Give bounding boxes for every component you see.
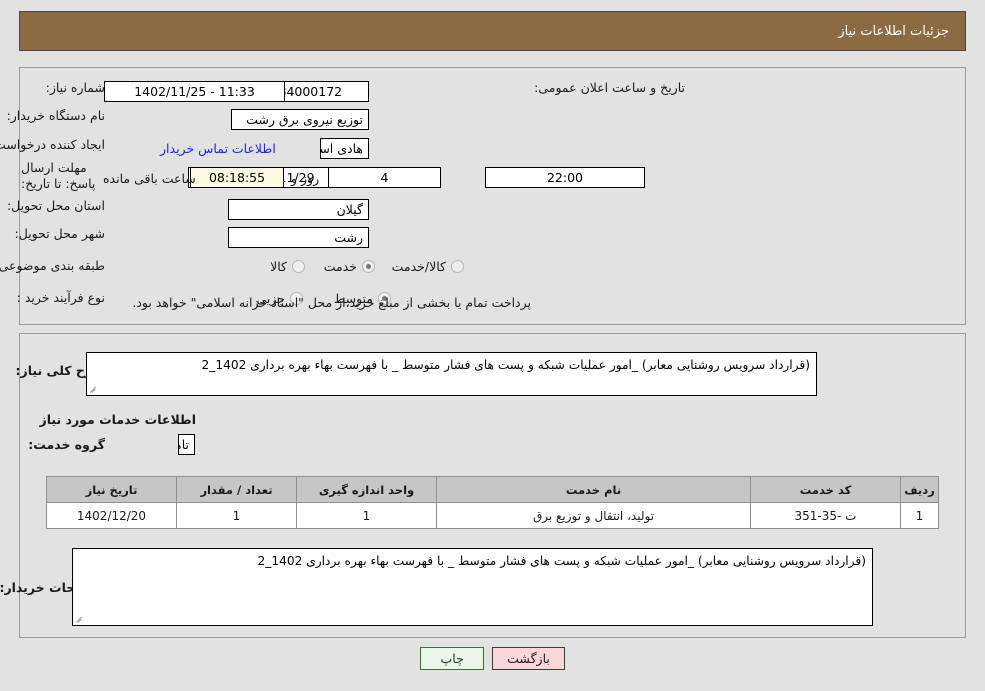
table-header-row: ردیف کد خدمت نام خدمت واحد اندازه گیری ت… — [46, 476, 939, 503]
action-buttons-bar: بازگشت چاپ — [0, 647, 985, 670]
back-button[interactable]: بازگشت — [492, 647, 565, 670]
print-button[interactable]: چاپ — [420, 647, 485, 670]
page-title: جزئیات اطلاعات نیاز — [838, 23, 949, 39]
buyer-org-label-row: نام دستگاه خریدار: — [7, 108, 105, 124]
cell-quantity: 1 — [176, 502, 297, 529]
category-label: طبقه بندی موضوعی: — [0, 258, 105, 273]
remaining-unit-label: ساعت باقی مانده — [103, 171, 196, 186]
need-info-panel — [19, 67, 966, 325]
th-need-date: تاریخ نیاز — [46, 476, 177, 503]
province-field[interactable]: گیلان — [228, 199, 369, 220]
cell-service-name: تولید، انتقال و توزیع برق — [436, 502, 751, 529]
province-label-row: استان محل تحویل: — [7, 198, 105, 214]
remaining-days-unit-label: روز و — [291, 171, 320, 186]
th-unit: واحد اندازه گیری — [296, 476, 437, 503]
service-group-label: گروه خدمت: — [28, 437, 105, 452]
buyer-notes-textarea[interactable]: (قرارداد سرویس روشنایی معابر) _امور عملی… — [72, 548, 873, 626]
table-row: 1 ت -35-351 تولید، انتقال و توزیع برق 1 … — [46, 502, 939, 529]
resize-grip-icon-notes[interactable] — [75, 614, 85, 624]
category-option-kala[interactable]: کالا — [270, 259, 305, 274]
creator-label: ایجاد کننده درخواست: — [0, 137, 105, 152]
th-service-name: نام خدمت — [436, 476, 751, 503]
deadline-hour-field[interactable]: 22:00 — [485, 167, 645, 188]
remaining-days-field[interactable]: 4 — [328, 167, 441, 188]
category-option-khedmat-label: خدمت — [323, 259, 357, 274]
purchase-type-label: نوع فرآیند خرید : — [16, 290, 105, 305]
cell-unit: 1 — [296, 502, 437, 529]
page-header: جزئیات اطلاعات نیاز — [19, 11, 966, 51]
province-label: استان محل تحویل: — [6, 198, 105, 213]
buyer-notes-value: (قرارداد سرویس روشنایی معابر) _امور عملی… — [257, 554, 866, 568]
need-number-label: شماره نیاز: — [45, 80, 105, 95]
cell-radif: 1 — [900, 502, 939, 529]
purchase-type-label-row: نوع فرآیند خرید : — [17, 290, 105, 306]
th-radif: ردیف — [900, 476, 939, 503]
services-section-heading: اطلاعات خدمات مورد نیاز — [39, 412, 197, 427]
deadline-label-row: مهلت ارسال پاسخ: تا تاریخ: — [21, 160, 105, 192]
category-option-kala-label: کالا — [270, 259, 287, 274]
th-quantity: تعداد / مقدار — [176, 476, 297, 503]
purchase-type-note: پرداخت تمام یا بخشی از مبلغ خرید،از محل … — [132, 295, 531, 310]
remaining-time-field: 08:18:55 — [190, 167, 284, 188]
need-number-label-row: شماره نیاز: — [46, 80, 105, 96]
announce-datetime-field[interactable]: 11:33 - 1402/11/25 — [104, 81, 285, 102]
service-group-field[interactable]: تامین برق، گاز، بخار و تهویه هوا — [178, 434, 195, 455]
category-option-kala-khedmat[interactable]: کالا/خدمت — [392, 259, 464, 274]
page-root: جزئیات اطلاعات نیاز AriaTender.ir شماره … — [0, 0, 985, 691]
creator-field[interactable]: هادی اسدی کاربرداز توزیع نیروی برق رشت — [320, 138, 369, 159]
category-label-row: طبقه بندی موضوعی: — [0, 258, 105, 274]
resize-grip-icon[interactable] — [89, 384, 99, 394]
radio-icon-khedmat[interactable] — [362, 260, 375, 273]
radio-icon-kala-khedmat[interactable] — [451, 260, 464, 273]
city-label-row: شهر محل تحویل: — [15, 226, 105, 242]
cell-service-code: ت -35-351 — [750, 502, 901, 529]
category-option-kala-khedmat-label: کالا/خدمت — [391, 259, 446, 274]
announce-datetime-label: تاریخ و ساعت اعلان عمومی: — [534, 80, 685, 95]
cell-need-date: 1402/12/20 — [46, 502, 177, 529]
category-option-khedmat[interactable]: خدمت — [324, 259, 375, 274]
radio-icon-kala[interactable] — [292, 260, 305, 273]
buyer-org-field[interactable]: توزیع نیروی برق رشت — [231, 109, 369, 130]
announce-datetime-label-row: تاریخ و ساعت اعلان عمومی: — [534, 80, 685, 96]
services-table: ردیف کد خدمت نام خدمت واحد اندازه گیری ت… — [46, 476, 939, 529]
city-field[interactable]: رشت — [228, 227, 369, 248]
deadline-label: مهلت ارسال پاسخ: تا تاریخ: — [21, 160, 96, 191]
services-table-wrapper: ردیف کد خدمت نام خدمت واحد اندازه گیری ت… — [46, 476, 939, 529]
th-service-code: کد خدمت — [750, 476, 901, 503]
buyer-contact-link[interactable]: اطلاعات تماس خریدار — [160, 141, 276, 156]
general-description-value: (قرارداد سرویس روشنایی معابر) _امور عملی… — [201, 358, 810, 372]
general-description-textarea[interactable]: (قرارداد سرویس روشنایی معابر) _امور عملی… — [86, 352, 817, 396]
city-label: شهر محل تحویل: — [14, 226, 105, 241]
buyer-org-label: نام دستگاه خریدار: — [6, 108, 105, 123]
creator-label-row: ایجاد کننده درخواست: — [0, 137, 105, 153]
